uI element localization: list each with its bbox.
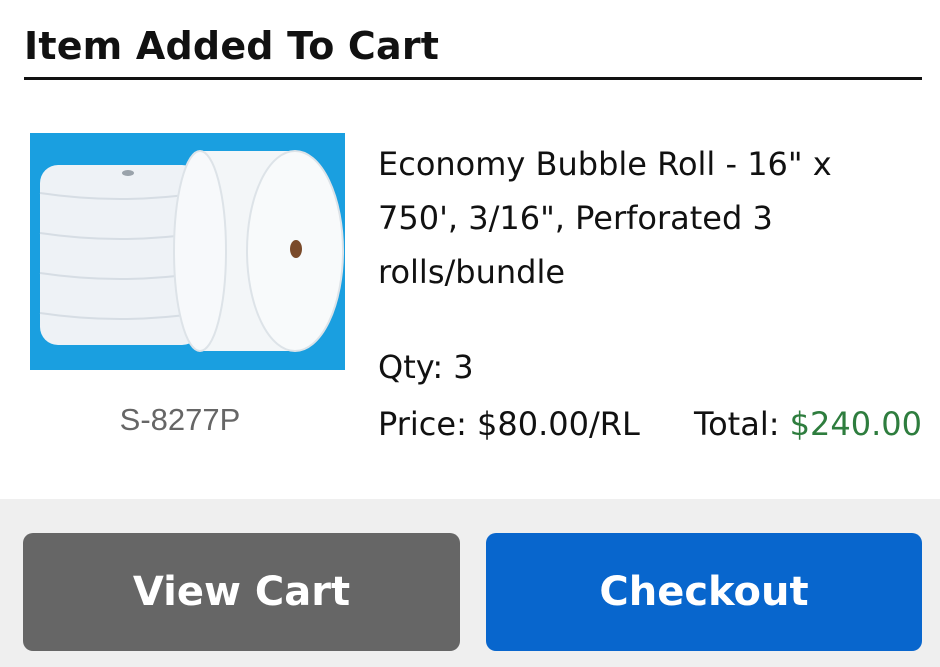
product-image (30, 133, 345, 370)
dialog-header: Item Added To Cart (24, 0, 922, 80)
total-value: $240.00 (789, 405, 922, 443)
view-cart-button[interactable]: View Cart (23, 533, 460, 651)
dialog-title: Item Added To Cart (24, 24, 440, 68)
unit-price: Price: $80.00/RL (378, 402, 640, 446)
quantity-value: 3 (453, 348, 474, 386)
bubble-roll-image (30, 133, 345, 370)
line-total: Total: $240.00 (694, 402, 922, 446)
checkout-button[interactable]: Checkout (486, 533, 922, 651)
product-name[interactable]: Economy Bubble Roll - 16" x 750', 3/16",… (378, 137, 898, 299)
price-label: Price: (378, 405, 467, 443)
quantity-label: Qty: (378, 348, 444, 386)
price-value: $80.00/RL (477, 405, 640, 443)
quantity: Qty: 3 (378, 345, 474, 389)
product-sku: S-8277P (119, 402, 241, 437)
total-label: Total: (693, 405, 780, 443)
